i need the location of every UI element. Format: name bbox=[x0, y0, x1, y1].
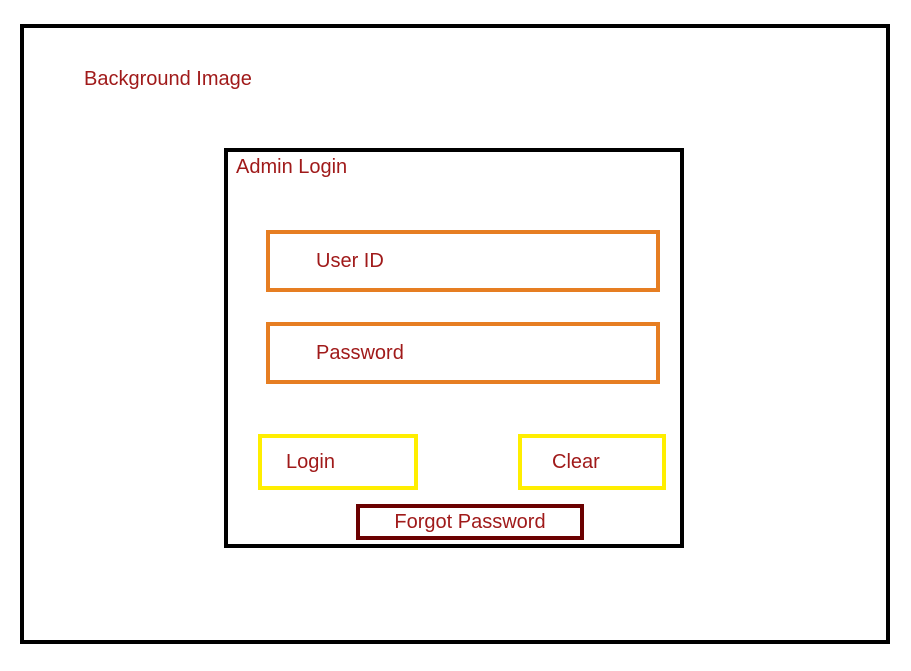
outer-frame: Background Image Admin Login User ID Pas… bbox=[20, 24, 890, 644]
login-button-label: Login bbox=[286, 451, 335, 474]
user-id-placeholder: User ID bbox=[316, 250, 384, 273]
clear-button[interactable]: Clear bbox=[518, 434, 666, 490]
login-button[interactable]: Login bbox=[258, 434, 418, 490]
panel-title: Admin Login bbox=[236, 156, 347, 179]
admin-login-panel: Admin Login User ID Password Login Clear… bbox=[224, 148, 684, 548]
password-field[interactable]: Password bbox=[266, 322, 660, 384]
forgot-password-link[interactable]: Forgot Password bbox=[356, 504, 584, 540]
user-id-field[interactable]: User ID bbox=[266, 230, 660, 292]
password-placeholder: Password bbox=[316, 342, 404, 365]
clear-button-label: Clear bbox=[552, 451, 600, 474]
background-image-label: Background Image bbox=[84, 68, 252, 91]
forgot-password-label: Forgot Password bbox=[394, 511, 545, 534]
